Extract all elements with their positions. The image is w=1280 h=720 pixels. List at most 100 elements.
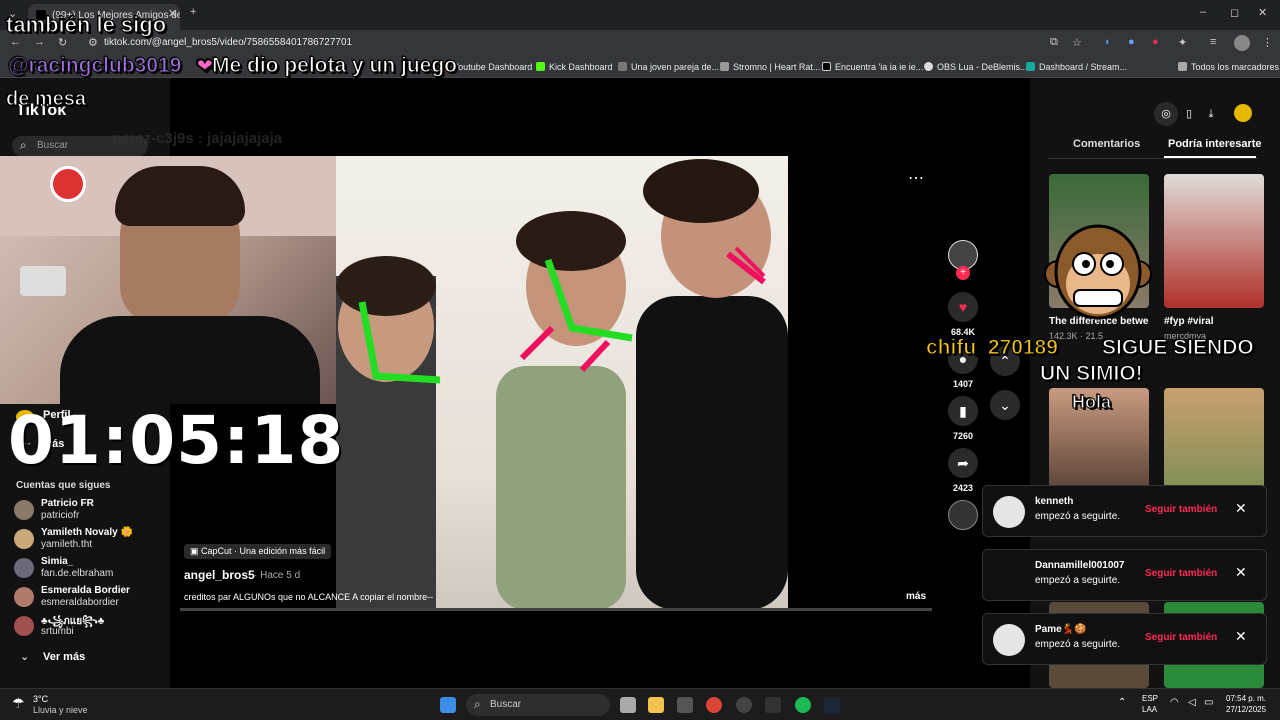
follow-back-button[interactable]: Seguir también — [1145, 632, 1217, 643]
following-handle: yamileth.tht — [41, 539, 93, 550]
alert-username: chifu_270189 — [926, 336, 1059, 360]
clock-time[interactable]: 07:54 p. m. — [1226, 694, 1266, 703]
wifi-icon[interactable]: ◠ — [1170, 697, 1179, 708]
obs-icon[interactable] — [765, 697, 781, 713]
capcut-icon: ▣ — [190, 546, 202, 556]
install-icon[interactable]: ⧉ — [1050, 36, 1058, 49]
streamer-shirt — [60, 316, 320, 404]
battery-icon[interactable]: ▭ — [1204, 697, 1213, 708]
like-button[interactable]: ♥ — [948, 292, 978, 322]
extension-icon[interactable]: ◗ — [1104, 36, 1111, 48]
notification-text: empezó a seguirte. — [1035, 639, 1121, 650]
bookmark-item[interactable]: Dashboard / Stream... — [1026, 62, 1127, 72]
bookmark-item[interactable]: OBS Lua - DeBlemis... — [924, 62, 1028, 72]
weather-desc: Lluvia y nieve — [33, 705, 88, 715]
chat-message-line: de mesa — [5, 88, 87, 111]
pokeball-decoration — [50, 166, 86, 202]
new-tab-icon[interactable]: + — [190, 6, 196, 18]
chrome-icon[interactable] — [706, 697, 722, 713]
bookmark-item[interactable]: Stromno | Heart Rat... — [720, 62, 820, 72]
language[interactable]: ESP — [1142, 694, 1158, 703]
windows-start-icon[interactable] — [440, 697, 456, 713]
extension-icon[interactable]: ● — [1128, 36, 1135, 48]
share-icon: ➦ — [957, 455, 969, 471]
recommended-thumbnail[interactable] — [1164, 174, 1264, 308]
spotify-icon[interactable] — [795, 697, 811, 713]
bookmark-item[interactable]: Encuentra 'ia ia ie ie... — [822, 62, 923, 72]
chat-emote-icon: ❤ — [196, 55, 215, 79]
tab-comments[interactable]: Comentarios — [1073, 138, 1140, 150]
weather-temp[interactable]: 3°C — [33, 694, 48, 704]
bookmarks-bar: Youtube Dashboard Kick Dashboard Una jov… — [0, 56, 1280, 78]
compass-icon[interactable]: ◎ — [1154, 102, 1178, 126]
taskbar-search[interactable]: ⌕ Buscar — [466, 694, 610, 716]
comment-count: 1407 — [952, 379, 974, 389]
video-time: · Hace 5 d — [254, 570, 301, 581]
steam-icon[interactable] — [824, 697, 840, 713]
notification-user[interactable]: Pame💃🍪 — [1035, 624, 1087, 635]
close-icon[interactable]: ✕ — [1235, 564, 1247, 581]
bookmark-item[interactable]: Todos los marcadores — [1178, 62, 1279, 72]
task-view-icon[interactable] — [620, 697, 636, 713]
video-options-icon[interactable]: ⋯ — [908, 168, 924, 188]
menu-icon[interactable]: ⋮ — [1262, 36, 1273, 49]
bookmark-icon: ▮ — [959, 403, 967, 419]
tiktok-video[interactable] — [336, 156, 788, 610]
capcut-badge[interactable]: ▣ CapCut · Una edición más fácil — [184, 544, 332, 559]
close-window-icon[interactable]: ✕ — [1258, 6, 1267, 19]
close-icon[interactable]: ✕ — [1235, 628, 1247, 645]
clock-date: 27/12/2025 — [1226, 705, 1267, 714]
see-more-link[interactable]: Ver más — [43, 651, 85, 663]
tray-chevron-icon[interactable]: ⌃ — [1118, 697, 1126, 708]
bookmark-item[interactable]: Una joven pareja de... — [618, 62, 719, 72]
heart-icon: ♥ — [958, 299, 968, 315]
share-button[interactable]: ➦ — [948, 448, 978, 478]
app-icon[interactable] — [736, 697, 752, 713]
close-icon[interactable]: ✕ — [1235, 500, 1247, 517]
recommended-caption[interactable]: #fyp #viral — [1164, 316, 1213, 327]
search-icon: ⌕ — [20, 138, 27, 152]
follow-back-button[interactable]: Seguir también — [1145, 568, 1217, 579]
notification-text: empezó a seguirte. — [1035, 575, 1121, 586]
alert-message: SIGUE SIENDO — [1102, 336, 1255, 360]
language-layout: LAA — [1142, 705, 1158, 714]
profile-avatar[interactable] — [1234, 35, 1250, 51]
alert-message: UN SIMIO! — [1040, 362, 1144, 386]
maximize-icon[interactable]: ◻ — [1230, 6, 1239, 19]
avatar — [993, 560, 1025, 592]
notification-user[interactable]: Dannamillel001007 — [1035, 560, 1125, 571]
thumbnail-overlay-text: Hola — [1071, 392, 1112, 413]
file-explorer-icon[interactable] — [648, 697, 664, 713]
user-avatar[interactable] — [1234, 104, 1252, 122]
minimize-icon[interactable]: – — [1200, 6, 1206, 18]
follow-back-button[interactable]: Seguir también — [1145, 504, 1217, 515]
url-field[interactable]: tiktok.com/@angel_bros5/video/7586558401… — [104, 37, 352, 48]
youtube-plaque — [20, 266, 66, 296]
follow-plus-icon[interactable]: + — [956, 266, 970, 280]
extension-icon[interactable]: ● — [1152, 36, 1159, 48]
follow-notification: Pame💃🍪 empezó a seguirte. Seguir también… — [982, 613, 1267, 665]
caption-more-link[interactable]: más — [906, 591, 926, 602]
streamer-hair — [115, 166, 245, 226]
phone-icon[interactable]: ▯ — [1180, 102, 1198, 126]
download-icon[interactable]: ⤓ — [1202, 102, 1220, 126]
close-tab-icon[interactable]: ✕ — [168, 7, 177, 20]
weather-icon[interactable]: ☂ — [12, 695, 25, 712]
tab-recommended[interactable]: Podría interesarte — [1168, 138, 1262, 150]
notification-user[interactable]: kenneth — [1035, 496, 1073, 507]
store-icon[interactable] — [677, 697, 693, 713]
avatar — [993, 624, 1025, 656]
music-disc-icon[interactable] — [948, 500, 978, 530]
volume-icon[interactable]: ◁ — [1188, 697, 1196, 708]
next-video-button[interactable]: ⌄ — [990, 390, 1020, 420]
video-progress-bar[interactable] — [180, 608, 932, 611]
extensions-puzzle-icon[interactable]: ✦ — [1178, 36, 1187, 49]
bookmark-item[interactable]: Kick Dashboard — [536, 62, 613, 72]
save-button[interactable]: ▮ — [948, 396, 978, 426]
video-caption: creditos par ALGUNOs que no ALCANCE A co… — [184, 592, 434, 602]
bookmark-star-icon[interactable]: ☆ — [1072, 36, 1082, 49]
avatar — [14, 529, 34, 549]
video-author[interactable]: angel_bros5 — [184, 568, 255, 582]
reading-list-icon[interactable]: ≡ — [1210, 36, 1216, 48]
avatar — [14, 616, 34, 636]
